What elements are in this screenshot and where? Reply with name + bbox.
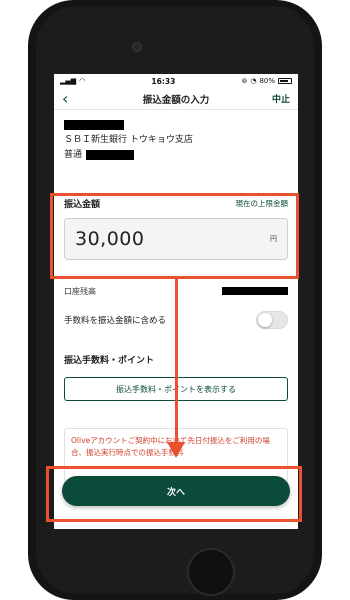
toggle-knob: [258, 313, 272, 327]
status-left: ▂▄▆ ◠: [60, 77, 85, 85]
battery-percent: 80%: [259, 77, 275, 85]
redacted-account-number: [86, 149, 135, 160]
status-bar: ▂▄▆ ◠ 16:33 ⊚ ◔ 80%: [54, 74, 298, 88]
amount-input[interactable]: 30,000 円: [64, 218, 288, 260]
recipient-name-row: [64, 118, 288, 133]
redacted-balance: [222, 287, 288, 295]
alarm-icon: ⊚: [241, 77, 248, 85]
account-type: 普通: [64, 150, 83, 160]
amount-unit: 円: [270, 235, 277, 243]
amount-section: 振込金額 現在の上限金額 30,000 円: [54, 192, 298, 260]
fee-include-toggle[interactable]: [256, 311, 288, 329]
recipient-bank-branch: ＳＢＩ新生銀行 トウキョウ支店: [64, 135, 193, 145]
next-button[interactable]: 次へ: [62, 476, 290, 506]
signal-icon: ▂▄▆: [60, 77, 77, 85]
annotation-arrow-line: [175, 279, 178, 444]
current-limit-link[interactable]: 現在の上限金額: [236, 198, 289, 209]
page-title: 振込金額の入力: [142, 94, 210, 106]
battery-icon: [278, 78, 292, 84]
amount-header: 振込金額 現在の上限金額: [64, 192, 288, 214]
redacted-recipient-name: [64, 119, 124, 130]
recipient-info: ＳＢＩ新生銀行 トウキョウ支店 普通: [54, 110, 298, 167]
annotation-arrow-head: [167, 442, 185, 458]
balance-label: 口座残高: [64, 286, 96, 296]
status-time: 16:33: [151, 76, 176, 86]
fee-include-label: 手数料を振込金額に含める: [64, 316, 167, 326]
recipient-account-row: 普通: [64, 148, 288, 163]
wifi-icon: ◠: [79, 77, 86, 85]
amount-label: 振込金額: [64, 199, 101, 210]
amount-value: 30,000: [75, 228, 145, 250]
home-button[interactable]: [187, 548, 235, 596]
rotation-lock-icon: ◔: [250, 77, 257, 85]
front-camera: [132, 42, 142, 52]
chevron-left-icon[interactable]: ‹: [62, 90, 68, 107]
fee-section-heading: 振込手数料・ポイント: [64, 356, 155, 366]
nav-bar: ‹ 振込金額の入力 中止: [54, 88, 298, 110]
cancel-button[interactable]: 中止: [272, 92, 290, 105]
status-right: ⊚ ◔ 80%: [241, 77, 292, 85]
